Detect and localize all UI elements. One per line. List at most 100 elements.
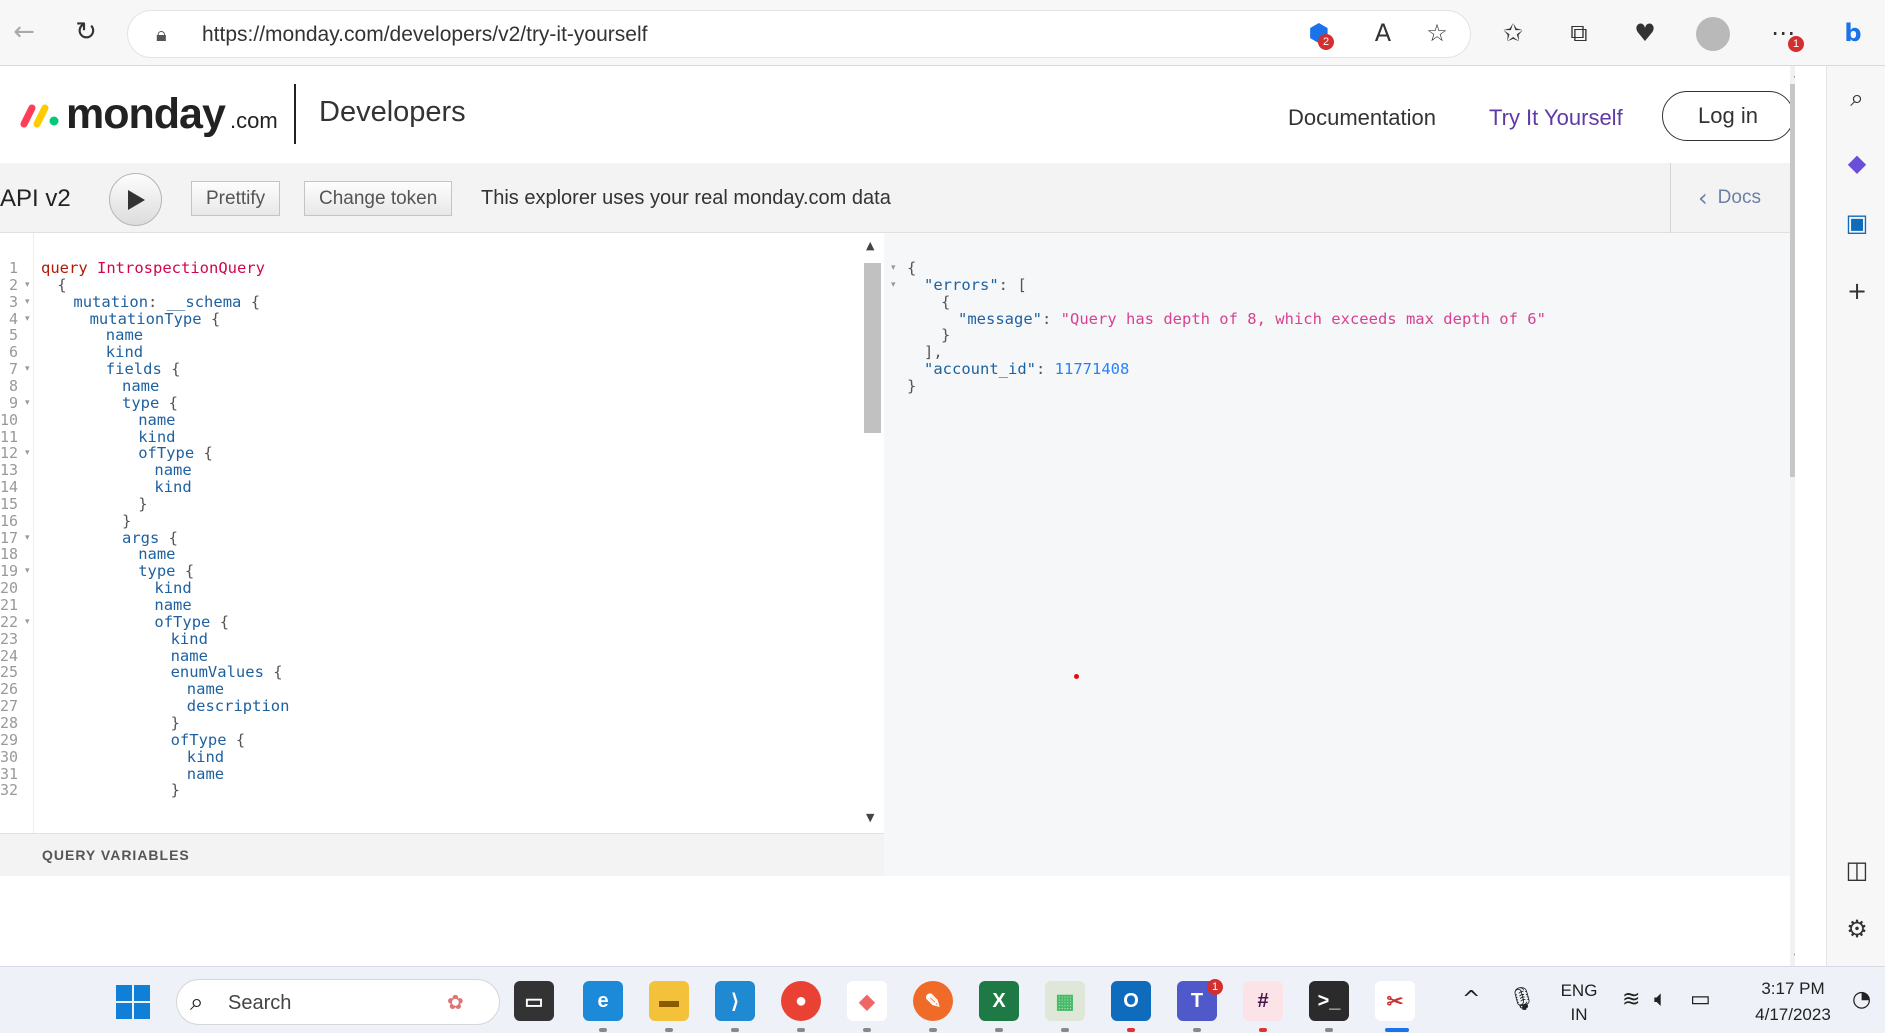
slack-icon[interactable]: # (1243, 981, 1283, 1021)
site-header: monday .com Developers Documentation Try… (0, 66, 1795, 163)
favorites-icon[interactable]: ✩ (1496, 16, 1530, 50)
notifications-icon[interactable]: ◔ (1852, 987, 1871, 1012)
taskbar-search[interactable]: ⌕ Search ✿ (176, 979, 500, 1025)
query-variables-label: QUERY VARIABLES (42, 847, 190, 863)
code-token: } (171, 781, 180, 799)
result-line: { (941, 292, 950, 312)
run-query-button[interactable] (109, 173, 162, 226)
edge-app-icon[interactable]: e (583, 981, 623, 1021)
postman-running-indicator (929, 1028, 937, 1032)
extension-badge: 2 (1318, 34, 1334, 50)
image-app-icon[interactable]: ▦ (1045, 981, 1085, 1021)
editor-scrollbar[interactable]: ▲ ▼ (860, 233, 884, 833)
query-editor[interactable]: 12▾3▾4▾567▾89▾101112▾1314151617▾1819▾202… (0, 233, 884, 833)
battery-icon[interactable]: ▭ (1690, 987, 1711, 1012)
app-diamond-icon[interactable]: ◆ (847, 981, 887, 1021)
page-scrollbar[interactable]: ▲ ▼ (1790, 66, 1795, 966)
code-token: { (227, 731, 246, 749)
result-token: { (941, 293, 950, 311)
chevron-up-icon[interactable]: ^ (1462, 987, 1480, 1012)
code-token: { (162, 360, 181, 378)
clock-time[interactable]: 3:17 PM (1738, 979, 1848, 999)
prettify-button[interactable]: Prettify (191, 181, 280, 216)
fold-toggle-icon[interactable]: ▾ (891, 275, 896, 295)
code-token: { (57, 276, 66, 294)
task-view-icon[interactable]: ▭ (514, 981, 554, 1021)
chrome-icon[interactable]: ● (781, 981, 821, 1021)
add-favorite-icon[interactable]: ☆ (1420, 16, 1454, 50)
code-line[interactable]: kind (154, 477, 191, 497)
cursor-dot (1074, 674, 1079, 679)
snipping-tool-icon[interactable]: ✂ (1375, 981, 1415, 1021)
fold-toggle-icon[interactable]: ▾ (25, 528, 30, 548)
read-aloud-icon[interactable]: A (1366, 16, 1400, 50)
code-line[interactable]: description (187, 696, 290, 716)
nav-documentation[interactable]: Documentation (1288, 105, 1436, 131)
fold-toggle-icon[interactable]: ▾ (25, 359, 30, 379)
split-screen-icon[interactable]: ◫ (1841, 854, 1873, 886)
fold-toggle-icon[interactable]: ▾ (25, 561, 30, 581)
profile-avatar[interactable] (1696, 17, 1730, 51)
result-line: } (907, 376, 916, 396)
postman-icon[interactable]: ✎ (913, 981, 953, 1021)
search-icon[interactable]: ⌕ (1841, 82, 1873, 114)
query-variables-bar[interactable]: QUERY VARIABLES (0, 833, 884, 876)
monday-logo-icon[interactable] (20, 100, 62, 130)
fold-toggle-icon[interactable]: ▾ (25, 612, 30, 632)
code-token: { (241, 293, 260, 311)
url-text[interactable]: https://monday.com/developers/v2/try-it-… (202, 23, 647, 47)
terminal-icon[interactable]: >_ (1309, 981, 1349, 1021)
logo-suffix: .com (230, 108, 278, 134)
teams-running-indicator (1193, 1028, 1201, 1032)
excel-icon[interactable]: X (979, 981, 1019, 1021)
play-icon (126, 189, 146, 211)
scroll-up-icon[interactable]: ▲ (866, 239, 874, 252)
language-indicator[interactable]: ENG (1556, 981, 1602, 1001)
clock-date[interactable]: 4/17/2023 (1738, 1005, 1848, 1025)
fold-toggle-icon[interactable]: ▾ (25, 309, 30, 329)
outlook-app-icon[interactable]: O (1111, 981, 1151, 1021)
collections-icon[interactable]: ⧉ (1562, 16, 1596, 50)
vscode-icon[interactable]: ⟩ (715, 981, 755, 1021)
code-line[interactable]: } (138, 494, 147, 514)
browser-essentials-icon[interactable]: ♥ (1628, 16, 1662, 50)
add-icon[interactable]: + (1841, 275, 1873, 307)
code-line[interactable]: query IntrospectionQuery (41, 258, 265, 278)
result-token: { (907, 259, 916, 277)
code-line[interactable]: } (171, 780, 180, 800)
address-bar[interactable]: 🔒︎ https://monday.com/developers/v2/try-… (128, 11, 1470, 57)
edge-running-indicator (599, 1028, 607, 1032)
region-indicator[interactable]: IN (1556, 1005, 1602, 1025)
fold-toggle-icon[interactable]: ▾ (25, 393, 30, 413)
code-line[interactable]: { (57, 275, 66, 295)
vscode-running-indicator (731, 1028, 739, 1032)
volume-icon[interactable]: 🔈︎ (1654, 987, 1667, 1012)
line-number-gutter: 12▾3▾4▾567▾89▾101112▾1314151617▾1819▾202… (0, 233, 34, 833)
wifi-icon[interactable]: ≋ (1622, 987, 1640, 1012)
windows-start-icon[interactable] (115, 984, 151, 1020)
shopping-icon[interactable]: ◆ (1841, 147, 1873, 179)
login-button[interactable]: Log in (1662, 91, 1794, 141)
bing-copilot-icon[interactable]: b (1836, 16, 1870, 50)
logo-wordmark[interactable]: monday (66, 90, 225, 139)
change-token-button[interactable]: Change token (304, 181, 452, 216)
page-scroll-thumb[interactable] (1790, 84, 1795, 477)
result-token: "Query has depth of 8, which exceeds max… (1061, 310, 1546, 328)
teams-badge: 1 (1207, 979, 1223, 995)
scroll-down-icon[interactable]: ▼ (866, 811, 874, 824)
file-explorer-icon[interactable]: ▬ (649, 981, 689, 1021)
page-scroll-up-icon[interactable]: ▲ (1794, 66, 1795, 79)
explorer-title: API v2 (0, 185, 71, 213)
settings-gear-icon[interactable]: ⚙ (1841, 913, 1873, 945)
page-scroll-down-icon[interactable]: ▼ (1794, 951, 1795, 964)
back-icon[interactable]: ← (6, 14, 42, 50)
code-line[interactable]: name (187, 764, 224, 784)
microphone-icon[interactable]: 🎙︎ (1508, 987, 1536, 1012)
lock-icon[interactable]: 🔒︎ (156, 22, 167, 46)
outlook-icon[interactable]: ▣ (1841, 207, 1873, 239)
docs-toggle[interactable]: ‹ Docs (1670, 163, 1788, 233)
nav-try-it-yourself[interactable]: Try It Yourself (1489, 105, 1623, 131)
refresh-icon[interactable]: ↻ (68, 14, 104, 50)
fold-toggle-icon[interactable]: ▾ (25, 443, 30, 463)
editor-scroll-thumb[interactable] (864, 263, 881, 433)
